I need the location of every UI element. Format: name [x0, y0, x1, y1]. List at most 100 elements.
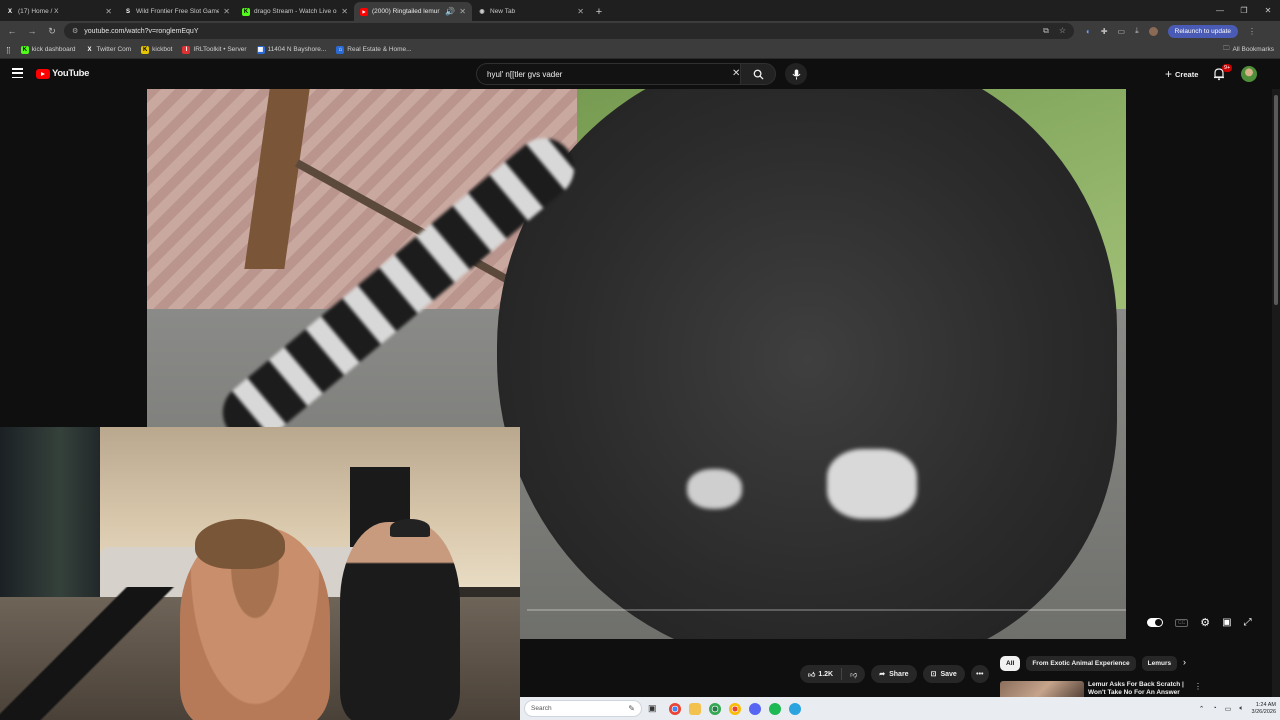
youtube-logo[interactable]: YouTube	[36, 68, 89, 79]
apps-icon[interactable]: ⣿	[6, 46, 11, 54]
tab-kick-stream[interactable]: K drago Stream - Watch Live on K ✕	[236, 2, 354, 21]
map-icon: ▦	[256, 45, 265, 54]
kick-icon: K	[242, 7, 250, 16]
create-label: Create	[1175, 69, 1199, 79]
voice-search-button[interactable]	[785, 63, 807, 85]
bookmark-label: Twitter Com	[96, 46, 132, 53]
telegram-icon[interactable]	[788, 702, 801, 715]
captions-icon[interactable]: CC	[1175, 618, 1189, 627]
extensions-icon[interactable]: ✚	[1101, 27, 1108, 36]
close-icon[interactable]: ✕	[341, 7, 348, 16]
more-vertical-icon[interactable]: ⋮	[1194, 682, 1202, 691]
chip-topic[interactable]: Lemurs	[1141, 655, 1178, 671]
folder-icon[interactable]	[688, 702, 701, 715]
minimize-icon[interactable]: —	[1208, 0, 1232, 21]
bookmark-real-estate[interactable]: ⌂ Real Estate & Home...	[336, 45, 412, 54]
guest-cap	[390, 519, 430, 537]
tab-new-tab[interactable]: ◉ New Tab ✕	[472, 2, 590, 21]
chip-channel[interactable]: From Exotic Animal Experience	[1026, 655, 1136, 671]
relaunch-button[interactable]: Relaunch to update	[1167, 24, 1239, 38]
reload-icon[interactable]: ↻	[44, 23, 60, 39]
chrome-icon[interactable]	[668, 702, 681, 715]
taskbar-search[interactable]: Search ✎	[524, 700, 642, 717]
youtube-play-icon	[36, 68, 50, 79]
bookmark-bayshore[interactable]: ▦ 11404 N Bayshore...	[256, 45, 327, 54]
discord-icon[interactable]	[748, 702, 761, 715]
screen: X (17) Home / X ✕ S Wild Frontier Free S…	[0, 0, 1280, 720]
close-icon[interactable]: ✕	[105, 7, 112, 16]
miniplayer-icon[interactable]: ▣	[1222, 617, 1231, 628]
close-icon[interactable]: ✕	[223, 7, 230, 16]
bookmark-twitter[interactable]: X Twitter Com	[86, 46, 132, 54]
address-bar[interactable]: ⚙ youtube.com/watch?v=ronglemEquY ⧉ ☆	[64, 23, 1074, 39]
network-icon[interactable]: ▭	[1225, 705, 1232, 713]
tab-title: Wild Frontier Free Slot Game b	[136, 8, 220, 15]
save-button[interactable]: ⊡ Save	[922, 665, 965, 683]
install-icon[interactable]: ⧉	[1043, 26, 1049, 36]
bookmark-irltoolkit[interactable]: I IRLToolkit • Server	[182, 45, 247, 54]
fullscreen-icon[interactable]: ⤢	[1244, 617, 1252, 628]
all-bookmarks-button[interactable]: 🗀 All Bookmarks	[1223, 44, 1274, 55]
tray-app-icon[interactable]: ◔	[1212, 705, 1216, 712]
close-icon[interactable]: ✕	[577, 7, 584, 16]
site-info-icon[interactable]: ⚙	[72, 27, 78, 35]
toolbar-icons: ◐ ✚ ▭ ⤓ Relaunch to update ⋮	[1086, 24, 1256, 38]
task-view-icon[interactable]: ▣	[648, 703, 657, 714]
settings-gear-icon[interactable]: ⚙	[1200, 616, 1210, 629]
chrome-alt-icon[interactable]	[728, 702, 741, 715]
streamer-hair	[195, 519, 285, 569]
youtube-icon: ▶	[360, 7, 368, 16]
bookmark-label: 11404 N Bayshore...	[267, 46, 327, 53]
lemur-paw	[687, 469, 742, 509]
tab-title: drago Stream - Watch Live on K	[254, 8, 338, 15]
autoplay-toggle[interactable]	[1147, 618, 1163, 627]
search-box: ✕	[476, 63, 776, 85]
forward-icon[interactable]: →	[24, 23, 40, 39]
system-clock[interactable]: 1:24 AM 3/26/2026	[1252, 702, 1276, 716]
restore-icon[interactable]: ❐	[1232, 0, 1256, 21]
page-scrollbar[interactable]	[1272, 89, 1280, 720]
volume-icon[interactable]: 🔈︎	[1239, 705, 1243, 713]
share-button[interactable]: ➦ Share	[871, 665, 917, 683]
like-button[interactable]: 👍︎ 1.2K	[800, 668, 843, 680]
tab-x-home[interactable]: X (17) Home / X ✕	[0, 2, 118, 21]
like-count: 1.2K	[818, 670, 834, 678]
tab-wild-frontier[interactable]: S Wild Frontier Free Slot Game b ✕	[118, 2, 236, 21]
chevron-up-icon[interactable]: ⌃	[1199, 705, 1205, 713]
home-icon: ⌂	[336, 45, 345, 54]
menu-icon[interactable]	[12, 68, 23, 78]
chevron-right-icon[interactable]: ›	[1183, 657, 1186, 667]
account-avatar[interactable]	[1241, 66, 1257, 82]
video-progress-bar[interactable]	[527, 609, 1126, 611]
tab-youtube-lemur[interactable]: ▶ (2000) Ringtailed lemur lov 🔊 ✕	[354, 2, 472, 21]
create-button[interactable]: + Create	[1157, 65, 1206, 83]
chrome-dev-icon[interactable]	[708, 702, 721, 715]
bookmark-kick-dashboard[interactable]: K kick dashboard	[20, 45, 76, 54]
split-view-icon[interactable]: ▭	[1118, 27, 1126, 36]
spotify-icon[interactable]	[768, 702, 781, 715]
browser-tab-strip: X (17) Home / X ✕ S Wild Frontier Free S…	[0, 0, 1280, 21]
search-input[interactable]	[476, 63, 740, 85]
extension-blue-icon[interactable]: ◐	[1086, 27, 1091, 36]
clear-icon[interactable]: ✕	[732, 68, 740, 79]
downloads-icon[interactable]: ⤓	[1135, 26, 1139, 36]
close-window-icon[interactable]: ✕	[1256, 0, 1280, 21]
search-highlight-icon: ✎	[628, 704, 635, 713]
recommended-video-title[interactable]: Lemur Asks For Back Scratch | Won't Take…	[1088, 681, 1188, 697]
notification-badge: 9+	[1222, 64, 1233, 72]
back-icon[interactable]: ←	[4, 23, 20, 39]
more-actions-button[interactable]: •••	[970, 665, 989, 683]
star-icon[interactable]: ☆	[1059, 26, 1066, 36]
thumbs-up-icon: 👍︎	[808, 671, 816, 679]
profile-icon[interactable]	[1148, 26, 1158, 36]
share-arrow-icon: ➦	[879, 671, 886, 678]
dislike-button[interactable]: 👎︎	[842, 670, 865, 679]
search-button[interactable]	[740, 63, 776, 85]
chip-all[interactable]: All	[1000, 655, 1021, 671]
bookmark-kickbot[interactable]: K kickbot	[141, 45, 172, 54]
scrollbar-thumb[interactable]	[1274, 95, 1278, 305]
more-menu-icon[interactable]: ⋮	[1248, 27, 1256, 36]
close-icon[interactable]: ✕	[459, 7, 466, 16]
speaker-icon[interactable]: 🔊	[445, 7, 455, 16]
new-tab-button[interactable]: +	[590, 2, 608, 21]
